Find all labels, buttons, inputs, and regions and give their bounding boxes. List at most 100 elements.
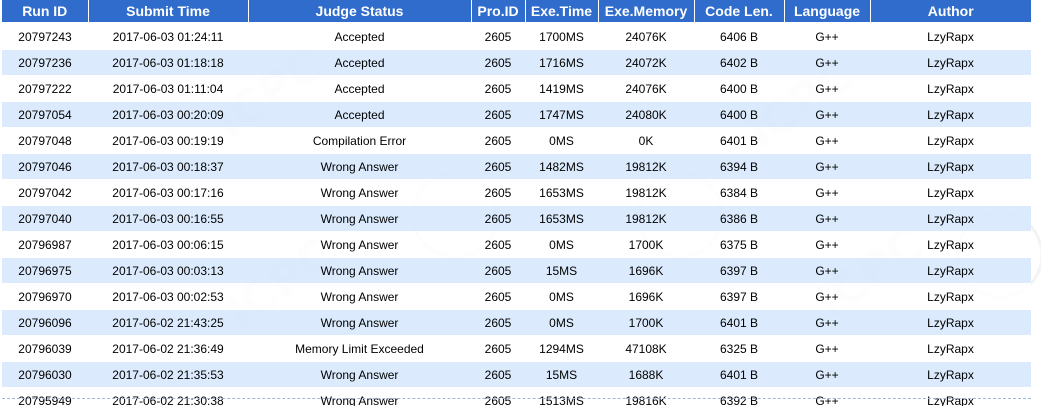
judge-status-cell[interactable]: Accepted xyxy=(248,75,471,102)
language-cell: G++ xyxy=(784,153,870,180)
judge-status-cell[interactable]: Accepted xyxy=(248,49,471,76)
author-link[interactable]: LzyRapx xyxy=(870,153,1031,180)
code-length-link[interactable]: 6384 B xyxy=(694,179,784,206)
code-length-link[interactable]: 6392 B xyxy=(694,387,784,406)
column-header-submit-time[interactable]: Submit Time xyxy=(88,0,249,24)
judge-status-cell[interactable]: Wrong Answer xyxy=(248,309,471,336)
judge-status-cell[interactable]: Wrong Answer xyxy=(248,179,471,206)
author-link[interactable]: LzyRapx xyxy=(870,257,1031,284)
exe-time-cell: 0MS xyxy=(525,283,598,310)
author-link[interactable]: LzyRapx xyxy=(870,49,1031,76)
judge-status-cell[interactable]: Wrong Answer xyxy=(248,153,471,180)
judge-status-cell[interactable]: Compilation Error xyxy=(248,127,471,154)
code-length-link[interactable]: 6400 B xyxy=(694,101,784,128)
judge-status-cell[interactable]: Wrong Answer xyxy=(248,257,471,284)
problem-id-link[interactable]: 2605 xyxy=(471,205,525,232)
table-row: 20797236 2017-06-03 01:18:18 Accepted 26… xyxy=(2,49,1031,76)
code-length-link[interactable]: 6406 B xyxy=(694,23,784,50)
author-link[interactable]: LzyRapx xyxy=(870,283,1031,310)
exe-time-cell: 1747MS xyxy=(525,101,598,128)
column-header-exe-memory[interactable]: Exe.Memory xyxy=(598,0,695,24)
submit-time-cell: 2017-06-03 01:18:18 xyxy=(88,49,248,76)
code-length-link[interactable]: 6325 B xyxy=(694,335,784,362)
author-link[interactable]: LzyRapx xyxy=(870,127,1031,154)
code-length-link[interactable]: 6397 B xyxy=(694,283,784,310)
submit-time-cell: 2017-06-03 00:20:09 xyxy=(88,101,248,128)
judge-status-cell[interactable]: Wrong Answer xyxy=(248,361,471,388)
problem-id-link[interactable]: 2605 xyxy=(471,49,525,76)
column-header-author[interactable]: Author xyxy=(870,0,1031,24)
problem-id-link[interactable]: 2605 xyxy=(471,335,525,362)
code-length-link[interactable]: 6397 B xyxy=(694,257,784,284)
code-length-link[interactable]: 6386 B xyxy=(694,205,784,232)
code-length-link[interactable]: 6401 B xyxy=(694,309,784,336)
problem-id-link[interactable]: 2605 xyxy=(471,179,525,206)
code-length-link[interactable]: 6400 B xyxy=(694,75,784,102)
status-table-body: 20797243 2017-06-03 01:24:11 Accepted 26… xyxy=(2,23,1031,406)
problem-id-link[interactable]: 2605 xyxy=(471,153,525,180)
exe-time-cell: 1419MS xyxy=(525,75,598,102)
code-length-link[interactable]: 6402 B xyxy=(694,49,784,76)
judge-status-cell[interactable]: Wrong Answer xyxy=(248,283,471,310)
language-cell: G++ xyxy=(784,127,870,154)
column-header-language[interactable]: Language xyxy=(784,0,871,24)
table-row: 20797040 2017-06-03 00:16:55 Wrong Answe… xyxy=(2,205,1031,232)
code-length-link[interactable]: 6394 B xyxy=(694,153,784,180)
problem-id-link[interactable]: 2605 xyxy=(471,23,525,50)
judge-status-cell[interactable]: Accepted xyxy=(248,23,471,50)
table-row: 20796975 2017-06-03 00:03:13 Wrong Answe… xyxy=(2,257,1031,284)
judge-status-cell[interactable]: Wrong Answer xyxy=(248,387,471,406)
language-cell: G++ xyxy=(784,387,870,406)
author-link[interactable]: LzyRapx xyxy=(870,387,1031,406)
author-link[interactable]: LzyRapx xyxy=(870,179,1031,206)
author-link[interactable]: LzyRapx xyxy=(870,75,1031,102)
exe-memory-cell: 24076K xyxy=(598,23,694,50)
code-length-link[interactable]: 6401 B xyxy=(694,127,784,154)
problem-id-link[interactable]: 2605 xyxy=(471,75,525,102)
problem-id-link[interactable]: 2605 xyxy=(471,101,525,128)
language-cell: G++ xyxy=(784,179,870,206)
problem-id-link[interactable]: 2605 xyxy=(471,231,525,258)
problem-id-link[interactable]: 2605 xyxy=(471,309,525,336)
column-header-run-id[interactable]: Run ID xyxy=(2,0,89,24)
status-table: Run ID Submit Time Judge Status Pro.ID E… xyxy=(2,0,1031,406)
column-header-code-len[interactable]: Code Len. xyxy=(694,0,785,24)
language-cell: G++ xyxy=(784,205,870,232)
code-length-link[interactable]: 6375 B xyxy=(694,231,784,258)
judge-status-cell[interactable]: Wrong Answer xyxy=(248,205,471,232)
exe-memory-cell: 1696K xyxy=(598,283,694,310)
exe-memory-cell: 47108K xyxy=(598,335,694,362)
language-cell: G++ xyxy=(784,101,870,128)
code-length-link[interactable]: 6401 B xyxy=(694,361,784,388)
submit-time-cell: 2017-06-03 00:03:13 xyxy=(88,257,248,284)
language-cell: G++ xyxy=(784,361,870,388)
author-link[interactable]: LzyRapx xyxy=(870,231,1031,258)
run-id-cell: 20797040 xyxy=(2,205,88,232)
author-link[interactable]: LzyRapx xyxy=(870,205,1031,232)
author-link[interactable]: LzyRapx xyxy=(870,361,1031,388)
problem-id-link[interactable]: 2605 xyxy=(471,257,525,284)
table-row: 20797222 2017-06-03 01:11:04 Accepted 26… xyxy=(2,75,1031,102)
run-id-cell: 20797048 xyxy=(2,127,88,154)
problem-id-link[interactable]: 2605 xyxy=(471,387,525,406)
problem-id-link[interactable]: 2605 xyxy=(471,361,525,388)
exe-memory-cell: 24076K xyxy=(598,75,694,102)
problem-id-link[interactable]: 2605 xyxy=(471,127,525,154)
judge-status-cell[interactable]: Wrong Answer xyxy=(248,231,471,258)
problem-id-link[interactable]: 2605 xyxy=(471,283,525,310)
exe-time-cell: 0MS xyxy=(525,127,598,154)
author-link[interactable]: LzyRapx xyxy=(870,335,1031,362)
submit-time-cell: 2017-06-03 00:17:16 xyxy=(88,179,248,206)
exe-time-cell: 0MS xyxy=(525,309,598,336)
column-header-pro-id[interactable]: Pro.ID xyxy=(471,0,526,24)
run-id-cell: 20795949 xyxy=(2,387,88,406)
judge-status-cell[interactable]: Memory Limit Exceeded xyxy=(248,335,471,362)
exe-time-cell: 1653MS xyxy=(525,179,598,206)
judge-status-cell[interactable]: Accepted xyxy=(248,101,471,128)
author-link[interactable]: LzyRapx xyxy=(870,309,1031,336)
author-link[interactable]: LzyRapx xyxy=(870,23,1031,50)
column-header-exe-time[interactable]: Exe.Time xyxy=(525,0,599,24)
author-link[interactable]: LzyRapx xyxy=(870,101,1031,128)
column-header-judge-status[interactable]: Judge Status xyxy=(248,0,472,24)
exe-time-cell: 1653MS xyxy=(525,205,598,232)
